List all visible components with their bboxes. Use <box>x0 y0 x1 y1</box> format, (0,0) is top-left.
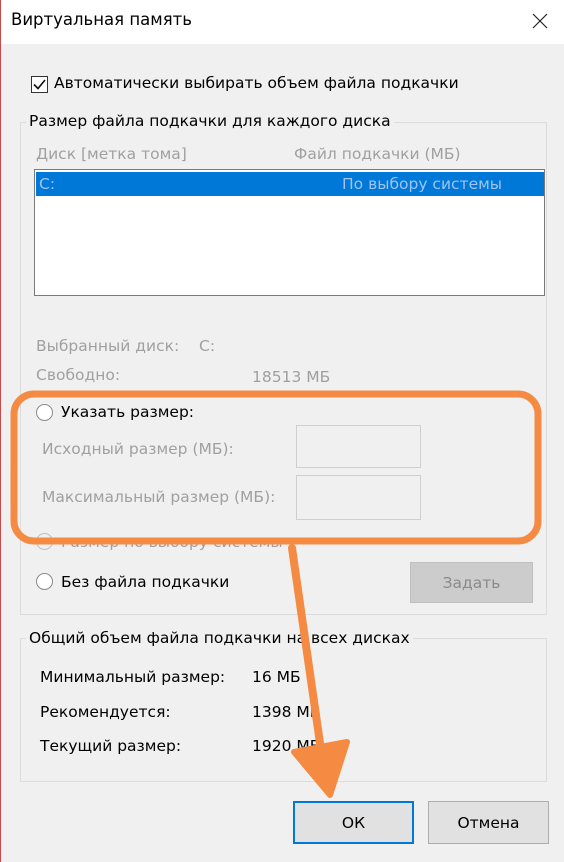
title-bar[interactable]: Виртуальная память <box>1 0 564 44</box>
no-paging-radio[interactable] <box>36 573 53 590</box>
recommended-value: 1398 МБ <box>252 703 321 721</box>
close-icon[interactable] <box>525 3 555 39</box>
max-size-input[interactable] <box>296 475 421 520</box>
column-paging-header: Файл подкачки (МБ) <box>294 145 461 163</box>
auto-manage-label: Автоматически выбирать объем файла подка… <box>54 74 459 92</box>
custom-size-radio[interactable] <box>36 404 53 421</box>
column-drive-header: Диск [метка тома] <box>36 145 187 163</box>
max-size-label: Максимальный размер (МБ): <box>42 488 276 506</box>
recommended-label: Рекомендуется: <box>40 703 171 721</box>
min-size-value: 16 МБ <box>252 668 301 686</box>
per-drive-legend: Размер файла подкачки для каждого диска <box>26 112 394 130</box>
initial-size-label: Исходный размер (МБ): <box>42 440 234 458</box>
window-title: Виртуальная память <box>11 10 192 29</box>
initial-size-input[interactable] <box>296 425 421 468</box>
ok-button[interactable]: ОК <box>293 801 414 844</box>
current-size-label: Текущий размер: <box>40 737 182 755</box>
no-paging-label: Без файла подкачки <box>61 573 230 591</box>
min-size-label: Минимальный размер: <box>40 668 226 686</box>
row-paging: По выбору системы <box>342 175 503 193</box>
current-size-value: 1920 МБ <box>252 737 321 755</box>
cancel-button[interactable]: Отмена <box>428 801 549 844</box>
checkmark-icon <box>33 79 46 90</box>
set-button[interactable]: Задать <box>410 562 533 603</box>
selected-drive-label: Выбранный диск: <box>36 337 180 355</box>
list-item[interactable]: C: По выбору системы <box>36 172 544 196</box>
row-drive: C: <box>39 175 56 193</box>
auto-manage-checkbox[interactable] <box>31 76 48 93</box>
free-space-label: Свободно: <box>36 366 121 384</box>
free-space-value: 18513 МБ <box>252 368 331 386</box>
selected-drive-value: C: <box>199 337 216 355</box>
window-border <box>0 0 1 862</box>
drive-list[interactable]: C: По выбору системы <box>34 169 545 296</box>
system-managed-radio[interactable] <box>36 533 53 550</box>
totals-legend: Общий объем файла подкачки на всех диска… <box>26 629 413 647</box>
custom-size-label: Указать размер: <box>61 403 195 421</box>
